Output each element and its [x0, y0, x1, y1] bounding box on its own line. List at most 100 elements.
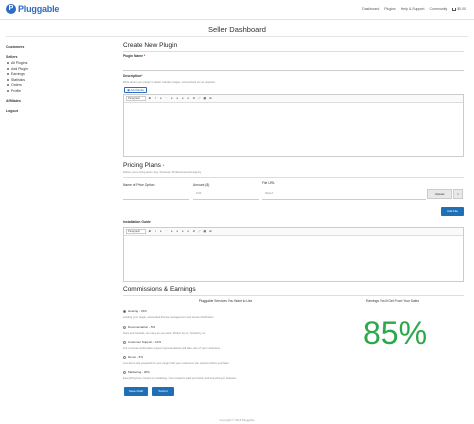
align-center-button[interactable]: ≡: [176, 229, 180, 234]
sidebar-item-orders[interactable]: Orders: [7, 83, 106, 87]
cart-total: $0.00: [457, 7, 466, 11]
link-button[interactable]: ≡: [187, 96, 191, 101]
radio-button[interactable]: [123, 309, 126, 313]
bullet-icon: [7, 78, 9, 81]
heading-text: Pricing Plans: [123, 162, 161, 169]
page-title: Seller Dashboard: [208, 25, 266, 34]
save-draft-button[interactable]: Save Draft: [124, 387, 148, 396]
align-left-button[interactable]: ≡: [170, 229, 174, 234]
option-label: Customer Support - 10%: [128, 340, 162, 344]
sidebar-item-logout[interactable]: Logout: [6, 109, 106, 113]
list-button[interactable]: ≡: [159, 229, 163, 234]
radio-button[interactable]: [123, 355, 126, 359]
sidebar-item-sellers[interactable]: Sellers: [6, 55, 106, 59]
option-label: Hosting - 15%: [128, 309, 147, 313]
editor-toolbar: Paragraph B I ≡ “ ≡ ≡ ≡ ≡ ⊘ ⤢ ▦ ⊞: [124, 95, 463, 103]
sidebar-item-profile[interactable]: Profile: [7, 89, 106, 93]
align-right-button[interactable]: ≡: [181, 229, 185, 234]
radio-button[interactable]: [123, 340, 126, 344]
sidebar-item-statistics[interactable]: Statistics: [7, 78, 106, 82]
service-option-marketing[interactable]: Marketing - 20%: [123, 370, 150, 374]
sidebar-item-label: Orders: [11, 83, 22, 88]
logo-icon: P: [6, 4, 16, 14]
sidebar-item-label: Statistics: [11, 77, 26, 82]
col-amount: Amount ($): [193, 183, 210, 187]
pricing-heading: Pricing Plans *: [123, 162, 164, 169]
add-media-button[interactable]: ▣ Add Media: [124, 87, 147, 93]
unlink-button[interactable]: ⊘: [192, 96, 196, 101]
add-file-button[interactable]: Add File: [441, 207, 464, 216]
required-mark: *: [143, 54, 146, 58]
file-url-input[interactable]: https://: [265, 192, 273, 195]
sidebar: Customers Sellers All Plugins Add Plugin…: [6, 44, 106, 119]
link-button[interactable]: ≡: [187, 229, 191, 234]
table-button[interactable]: ▦: [203, 96, 207, 101]
bold-button[interactable]: B: [148, 96, 152, 101]
quote-button[interactable]: “: [165, 229, 169, 234]
bullet-icon: [7, 89, 9, 92]
radio-button[interactable]: [123, 325, 126, 329]
bullet-icon: [7, 73, 9, 76]
service-option-hosting[interactable]: Hosting - 15%: [123, 309, 147, 313]
option-desc: Docs and tutorials, as many as you want.…: [123, 332, 206, 335]
submit-button[interactable]: Submit: [152, 387, 174, 396]
kitchen-sink-button[interactable]: ⊞: [209, 229, 213, 234]
divider: [123, 177, 464, 178]
sidebar-item-all-plugins[interactable]: All Plugins: [7, 61, 106, 65]
sidebar-item-affiliates[interactable]: Affiliates: [6, 99, 106, 103]
italic-button[interactable]: I: [154, 96, 158, 101]
col-file-url: File URL: [262, 181, 275, 185]
align-right-button[interactable]: ≡: [181, 96, 185, 101]
nav-plugins[interactable]: Plugins: [384, 7, 395, 11]
description-editor[interactable]: Paragraph B I ≡ “ ≡ ≡ ≡ ≡ ⊘ ⤢ ▦ ⊞: [123, 94, 464, 157]
radio-button[interactable]: [123, 370, 126, 374]
service-option-documentation[interactable]: Documentation - 5%: [123, 325, 155, 329]
sidebar-item-add-plugin[interactable]: Add Plugin: [7, 67, 106, 71]
nav-community[interactable]: Community: [430, 7, 448, 11]
nav-dashboard[interactable]: Dashboard: [362, 7, 379, 11]
format-select[interactable]: Paragraph: [126, 229, 146, 234]
description-label: Description*: [123, 74, 142, 78]
cart-link[interactable]: $0.00: [452, 7, 466, 11]
top-navbar: P Pluggable Dashboard Plugins Help & Sup…: [0, 0, 474, 20]
quote-button[interactable]: “: [165, 96, 169, 101]
option-label: Documentation - 5%: [128, 325, 156, 329]
unlink-button[interactable]: ⊘: [192, 229, 196, 234]
bullet-icon: [7, 62, 9, 64]
upload-button[interactable]: Upload: [427, 189, 452, 199]
label-text: Description: [123, 74, 142, 78]
sidebar-item-earnings[interactable]: Earnings: [7, 72, 106, 76]
divider: [123, 51, 464, 52]
service-option-support[interactable]: Customer Support - 10%: [123, 340, 161, 344]
plugin-name-input[interactable]: [123, 70, 464, 71]
service-option-demo[interactable]: Demo - 5%: [123, 355, 143, 359]
brand-logo[interactable]: P Pluggable: [6, 4, 59, 14]
nav-help[interactable]: Help & Support: [401, 7, 425, 11]
file-url-underline: [262, 199, 426, 200]
format-select[interactable]: Paragraph: [126, 96, 146, 101]
divider: [6, 36, 468, 37]
required-mark: *: [141, 74, 143, 78]
fullscreen-button[interactable]: ⤢: [198, 96, 202, 101]
remove-row-button[interactable]: ×: [453, 189, 463, 199]
kitchen-sink-button[interactable]: ⊞: [209, 96, 213, 101]
plugin-name-label: Plugin Name *: [123, 54, 145, 58]
table-button[interactable]: ▦: [203, 229, 207, 234]
option-desc: Live demo site prepared for your plugin …: [123, 362, 230, 365]
align-center-button[interactable]: ≡: [176, 96, 180, 101]
editor-toolbar: Paragraph B I ≡ “ ≡ ≡ ≡ ≡ ⊘ ⤢ ▦ ⊞: [124, 228, 463, 236]
bold-button[interactable]: B: [148, 229, 152, 234]
description-hint: Write about your plugin in detail. Inclu…: [123, 81, 216, 84]
amount-underline: [193, 199, 259, 200]
price-option-input[interactable]: [123, 199, 189, 200]
list-button[interactable]: ≡: [159, 96, 163, 101]
col-price-option: Name of Price Option: [123, 183, 155, 187]
align-left-button[interactable]: ≡: [170, 96, 174, 101]
fullscreen-button[interactable]: ⤢: [198, 229, 202, 234]
amount-input[interactable]: 0.00: [196, 192, 201, 195]
option-desc: Everything from content to marketing. Yo…: [123, 377, 237, 380]
installation-editor[interactable]: Paragraph B I ≡ “ ≡ ≡ ≡ ≡ ⊘ ⤢ ▦ ⊞: [123, 227, 464, 282]
sidebar-item-customers[interactable]: Customers: [6, 45, 106, 49]
italic-button[interactable]: I: [154, 229, 158, 234]
option-label: Marketing - 20%: [128, 370, 150, 374]
